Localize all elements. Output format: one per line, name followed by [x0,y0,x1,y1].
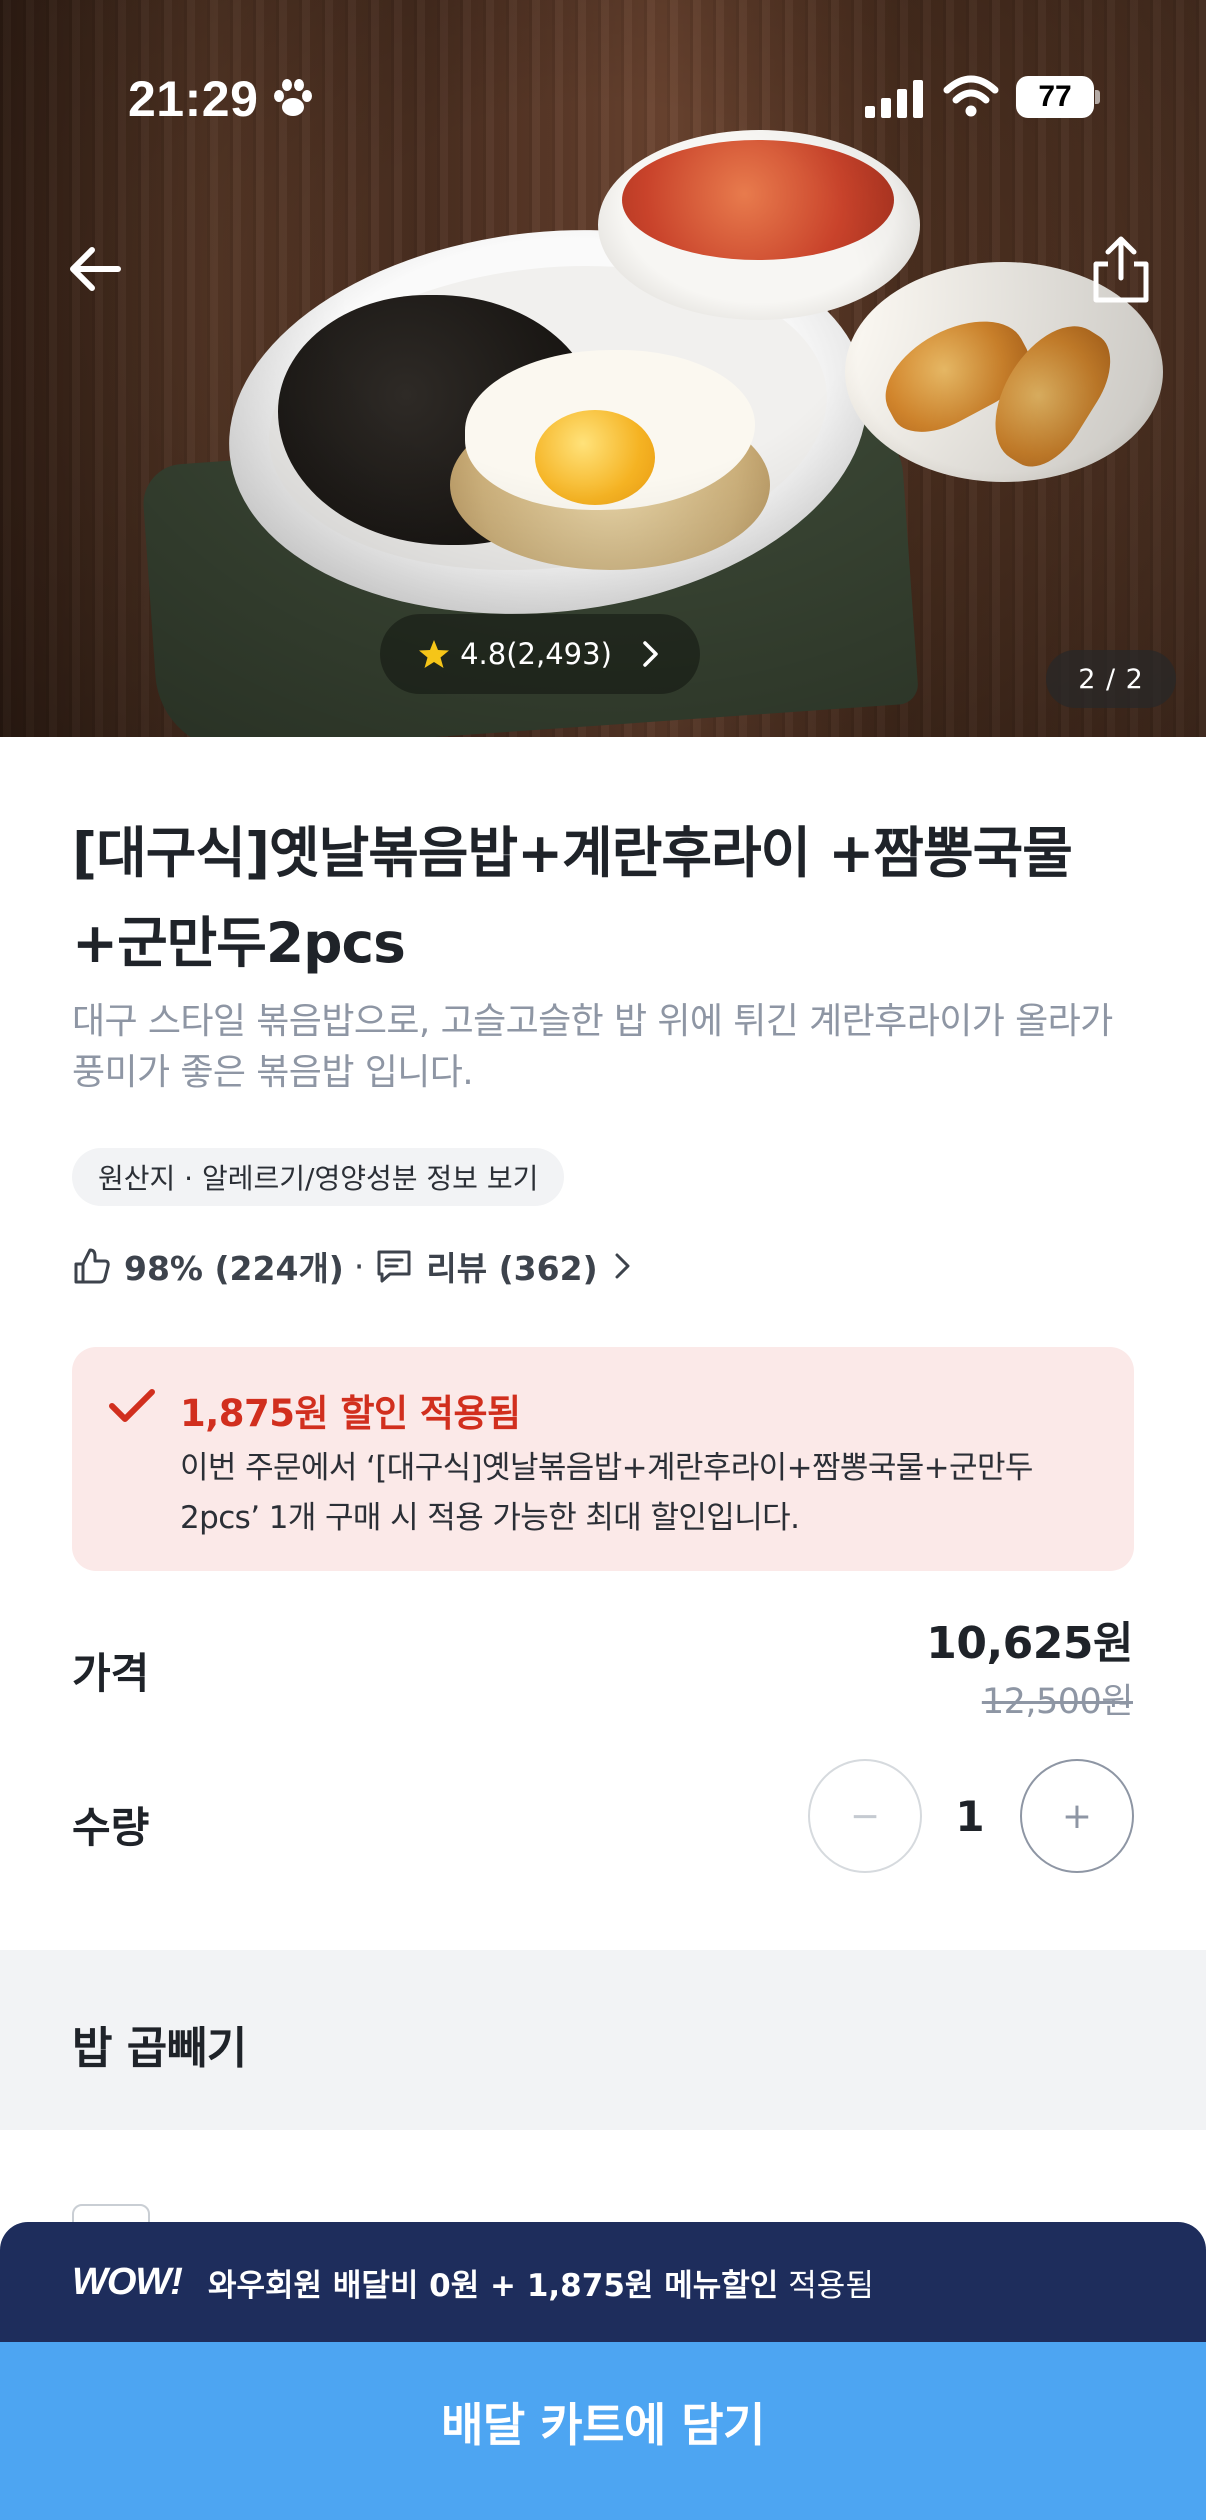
wow-applied-text: 적용됨 [788,2267,874,2304]
quantity-label: 수량 [72,1803,150,1852]
status-time: 21:29 [128,71,259,127]
chevron-right-icon [643,641,658,667]
thumbs-up-icon [74,1248,110,1284]
product-title: [대구식]옛날볶음밥+계란후라이 +짬뽕국물+군만두2pcs [72,821,1073,975]
image-page-indicator: 2 / 2 [1046,650,1176,708]
check-icon [109,1389,155,1422]
paw-icon [274,79,312,116]
like-rate: 98% (224개) [124,1249,344,1288]
quantity-value: 1 [955,1792,985,1841]
price-label: 가격 [72,1649,150,1698]
wifi-icon [943,75,999,117]
origin-allergy-info-button[interactable]: 원산지 · 알레르기/영양성분 정보 보기 [72,1148,565,1206]
chevron-right-icon [615,1253,630,1279]
wow-membership-banner: WOW! 와우회원 배달비 0원 + 1,875원 메뉴할인 적용됨 [0,2222,1206,2342]
rating-text: 4.8(2,493) [460,637,612,671]
rating-pill[interactable]: 4.8(2,493) [380,614,700,694]
quantity-decrease-button[interactable]: − [808,1759,922,1873]
status-bar: 21:29 77 [0,0,1206,190]
quantity-increase-button[interactable]: + [1020,1759,1134,1873]
product-description: 대구 스타일 볶음밥으로, 고슬고슬한 밥 위에 튀긴 계란후라이가 올라가 풍… [72,1001,1113,1093]
options-section-title: 밥 곱빼기 [72,2023,247,2074]
current-price: 10,625원 [926,1618,1133,1669]
discount-description: 이번 주문에서 ‘[대구식]옛날볶음밥+계란후라이+짬뽕국물+군만두2pcs’ … [180,1450,1033,1536]
comment-icon [377,1250,411,1283]
add-to-cart-button[interactable]: 배달 카트에 담기 [0,2342,1206,2520]
discount-applied-box: 1,875원 할인 적용됨 이번 주문에서 ‘[대구식]옛날볶음밥+계란후라이+… [72,1347,1134,1571]
back-arrow-icon[interactable] [62,236,128,302]
original-price: 12,500원 [981,1682,1134,1722]
discount-title: 1,875원 할인 적용됨 [180,1392,521,1435]
battery-icon: 77 [1016,76,1100,118]
share-icon[interactable] [1088,234,1154,306]
signal-icon [865,80,923,118]
star-icon [419,640,450,668]
wow-benefit-text: 와우회원 배달비 0원 + 1,875원 메뉴할인 [207,2267,779,2304]
wow-logo: WOW! [72,2260,183,2303]
review-count: 리뷰 (362) [426,1249,598,1288]
rating-stats[interactable]: 98% (224개) · 리뷰 (362) [72,1236,634,1296]
